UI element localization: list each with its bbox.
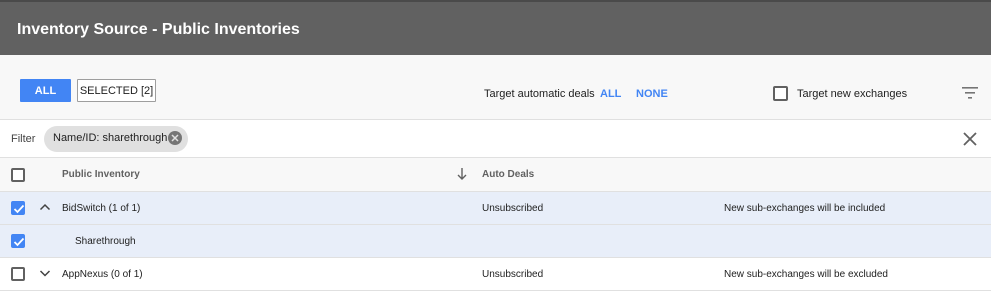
target-new-exchanges-checkbox[interactable] [773, 86, 788, 101]
filter-label: Filter [11, 133, 36, 145]
filter-chip[interactable]: Name/ID: sharethrough [44, 126, 188, 152]
selected-button[interactable]: SELECTED [2] [77, 79, 156, 102]
row-checkbox[interactable] [11, 234, 25, 248]
auto-deals-all-link[interactable]: ALL [600, 88, 621, 100]
filter-icon[interactable] [962, 87, 978, 99]
column-auto-deals[interactable]: Auto Deals [482, 169, 534, 180]
row-checkbox[interactable] [11, 267, 25, 281]
dialog-header: Inventory Source - Public Inventories [0, 0, 991, 55]
auto-deals-value: Unsubscribed [482, 269, 544, 280]
chevron-down-icon[interactable] [39, 268, 51, 278]
table-row[interactable]: AppNexus (0 of 1) Unsubscribed New sub-e… [0, 258, 991, 291]
filter-row: Filter Name/ID: sharethrough [0, 120, 991, 158]
close-icon[interactable] [963, 132, 977, 146]
select-all-checkbox[interactable] [11, 168, 25, 182]
row-checkbox[interactable] [11, 201, 25, 215]
table-row[interactable]: BidSwitch (1 of 1) Unsubscribed New sub-… [0, 192, 991, 225]
target-automatic-deals-label: Target automatic deals [484, 88, 595, 100]
inventory-name: Sharethrough [75, 236, 136, 247]
arrow-down-icon[interactable] [456, 167, 468, 181]
column-public-inventory[interactable]: Public Inventory [62, 169, 140, 180]
chevron-up-icon[interactable] [39, 202, 51, 212]
sub-exchange-note: New sub-exchanges will be excluded [724, 269, 888, 280]
dialog-title: Inventory Source - Public Inventories [17, 21, 300, 38]
table-header: Public Inventory Auto Deals [0, 158, 991, 192]
inventory-name: BidSwitch (1 of 1) [62, 203, 141, 214]
chip-remove-icon[interactable] [168, 131, 182, 145]
filter-chip-text: Name/ID: sharethrough [53, 132, 168, 144]
toolbar: ALL SELECTED [2] Target automatic deals … [0, 55, 991, 120]
header-top-border [0, 0, 991, 2]
auto-deals-none-link[interactable]: NONE [636, 88, 668, 100]
auto-deals-value: Unsubscribed [482, 203, 544, 214]
inventory-name: AppNexus (0 of 1) [62, 269, 143, 280]
sub-exchange-note: New sub-exchanges will be included [724, 203, 886, 214]
table-row[interactable]: Sharethrough [0, 225, 991, 258]
target-new-exchanges-label: Target new exchanges [797, 88, 908, 100]
all-button[interactable]: ALL [20, 79, 71, 102]
